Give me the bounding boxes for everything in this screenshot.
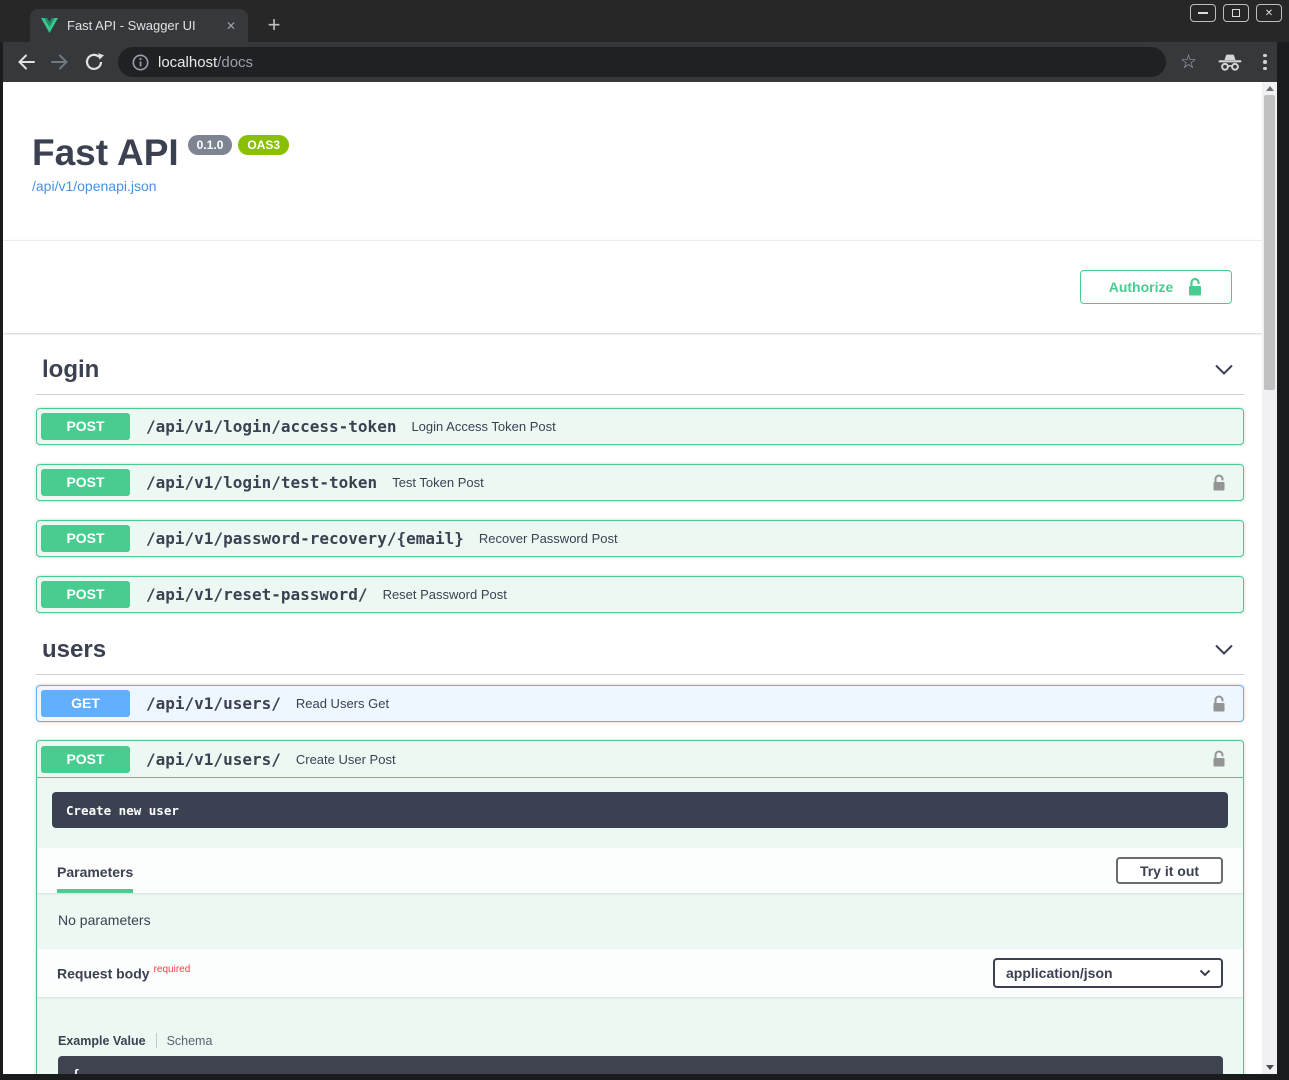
url-path: /docs (217, 54, 253, 71)
tag-title: login (42, 356, 99, 384)
tab-example-value[interactable]: Example Value (58, 1034, 146, 1048)
api-title: Fast API (32, 132, 179, 174)
parameters-header: Parameters Try it out (37, 848, 1243, 893)
chevron-down-icon[interactable] (1214, 644, 1234, 655)
favicon-icon (41, 18, 58, 33)
required-label: required (154, 964, 191, 975)
window-close-button[interactable]: ✕ (1256, 4, 1282, 22)
browser-toolbar: localhost/docs ☆ (3, 42, 1277, 82)
endpoint-row-read-users[interactable]: GET /api/v1/users/ Read Users Get (36, 685, 1244, 722)
endpoint-path: /api/v1/users/ (146, 750, 281, 769)
endpoint-summary: Recover Password Post (479, 531, 618, 546)
endpoint-row-test-token[interactable]: POST /api/v1/login/test-token Test Token… (36, 464, 1244, 501)
tab-close-icon[interactable]: ✕ (223, 17, 239, 35)
try-it-out-button[interactable]: Try it out (1116, 857, 1223, 884)
oas3-badge: OAS3 (238, 135, 289, 155)
method-badge: POST (41, 413, 130, 440)
tag-section-login: login POST /api/v1/login/access-token Lo… (36, 345, 1244, 613)
method-badge: POST (41, 469, 130, 496)
scheme-container: Authorize (3, 240, 1262, 333)
endpoint-row-access-token[interactable]: POST /api/v1/login/access-token Login Ac… (36, 408, 1244, 445)
tab-title: Fast API - Swagger UI (67, 18, 223, 33)
endpoint-row-password-recovery[interactable]: POST /api/v1/password-recovery/{email} R… (36, 520, 1244, 557)
forward-button-icon[interactable] (49, 51, 71, 73)
method-badge: POST (41, 581, 130, 608)
padlock-icon[interactable] (1212, 474, 1226, 492)
reload-button-icon[interactable] (83, 51, 105, 73)
endpoint-summary: Create User Post (296, 752, 396, 767)
browser-tab[interactable]: Fast API - Swagger UI ✕ (30, 9, 248, 42)
scroll-up-arrow-icon[interactable] (1266, 86, 1274, 91)
scroll-down-arrow-icon[interactable] (1266, 1065, 1274, 1070)
bookmark-star-icon[interactable]: ☆ (1180, 51, 1197, 74)
endpoint-row-create-user[interactable]: POST /api/v1/users/ Create User Post (37, 741, 1243, 778)
url-bar[interactable]: localhost/docs (118, 47, 1166, 77)
endpoint-expanded-create-user: POST /api/v1/users/ Create User Post Cre… (36, 740, 1244, 1074)
openapi-spec-link[interactable]: /api/v1/openapi.json (32, 178, 157, 194)
padlock-icon[interactable] (1212, 750, 1226, 768)
window-maximize-button[interactable] (1223, 4, 1249, 22)
endpoint-path: /api/v1/users/ (146, 694, 281, 713)
content-type-select[interactable]: application/json (993, 958, 1223, 988)
browser-menu-icon[interactable] (1263, 54, 1267, 71)
example-area: Example Value Schema { (37, 997, 1243, 1074)
endpoint-summary: Reset Password Post (383, 587, 507, 602)
back-button-icon[interactable] (15, 51, 37, 73)
endpoint-path: /api/v1/reset-password/ (146, 585, 368, 604)
page-scrollbar[interactable] (1262, 82, 1277, 1074)
chevron-down-icon (1199, 969, 1211, 977)
tag-header-users[interactable]: users (36, 625, 1244, 675)
api-info-section: Fast API 0.1.0 OAS3 /api/v1/openapi.json (3, 82, 1262, 196)
tab-divider (156, 1033, 157, 1048)
request-body-header: Request bodyrequired application/json (37, 949, 1243, 997)
version-badge: 0.1.0 (188, 135, 233, 155)
site-info-icon[interactable] (132, 54, 149, 71)
swagger-page: Fast API 0.1.0 OAS3 /api/v1/openapi.json… (3, 82, 1262, 1074)
incognito-icon (1217, 54, 1243, 71)
tab-schema[interactable]: Schema (167, 1034, 213, 1048)
endpoint-row-reset-password[interactable]: POST /api/v1/reset-password/ Reset Passw… (36, 576, 1244, 613)
authorize-label: Authorize (1109, 279, 1174, 295)
new-tab-button[interactable]: + (261, 12, 287, 38)
method-badge: POST (41, 525, 130, 552)
padlock-icon[interactable] (1212, 695, 1226, 713)
example-code-block[interactable]: { (58, 1056, 1223, 1074)
window-controls: ✕ (1190, 4, 1282, 22)
no-parameters-text: No parameters (37, 893, 1243, 949)
browser-titlebar: Fast API - Swagger UI ✕ + ✕ (0, 0, 1289, 42)
operation-description: Create new user (52, 792, 1228, 828)
endpoint-summary: Login Access Token Post (411, 419, 555, 434)
unlock-icon (1187, 277, 1203, 297)
url-host: localhost (158, 54, 217, 71)
content-type-value: application/json (1006, 965, 1113, 981)
authorize-button[interactable]: Authorize (1080, 270, 1232, 304)
endpoint-path: /api/v1/password-recovery/{email} (146, 529, 464, 548)
request-body-title: Request bodyrequired (57, 965, 190, 982)
tag-title: users (42, 636, 106, 664)
scrollbar-thumb[interactable] (1264, 95, 1275, 390)
endpoint-path: /api/v1/login/access-token (146, 417, 396, 436)
chevron-down-icon[interactable] (1214, 364, 1234, 375)
tag-section-users: users GET /api/v1/users/ Read Users Get (36, 625, 1244, 722)
tag-header-login[interactable]: login (36, 345, 1244, 395)
endpoint-summary: Test Token Post (392, 475, 484, 490)
method-badge: GET (41, 690, 130, 717)
endpoint-path: /api/v1/login/test-token (146, 473, 377, 492)
tab-parameters[interactable]: Parameters (57, 864, 133, 893)
window-minimize-button[interactable] (1190, 4, 1216, 22)
method-badge: POST (41, 746, 130, 773)
endpoint-summary: Read Users Get (296, 696, 389, 711)
